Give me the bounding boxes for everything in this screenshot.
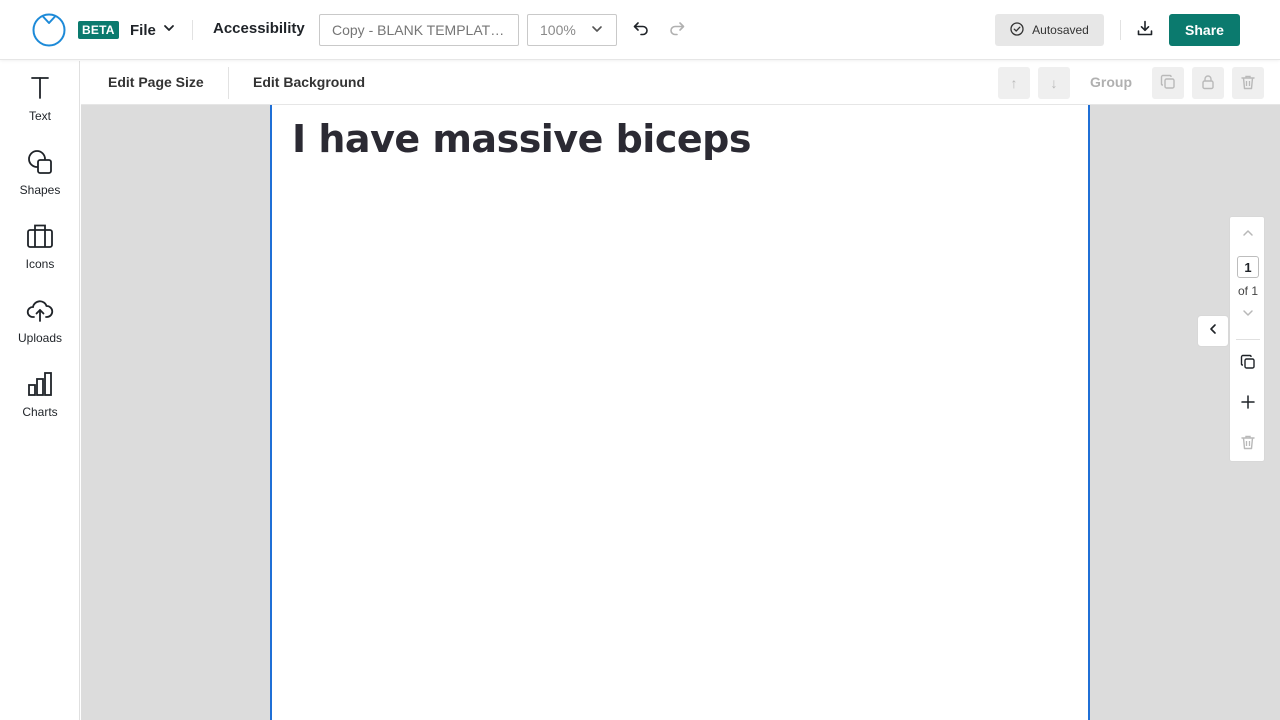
divider: [228, 67, 229, 99]
check-circle-icon: [1010, 21, 1024, 39]
previous-page-button[interactable]: [1239, 226, 1257, 244]
text-icon: [26, 74, 54, 105]
beta-badge: BETA: [78, 21, 119, 39]
sidebar-item-uploads[interactable]: Uploads: [0, 292, 80, 345]
autosaved-label: Autosaved: [1032, 23, 1089, 37]
file-menu-label: File: [130, 21, 156, 39]
move-backward-button[interactable]: ↓: [1038, 67, 1070, 99]
move-forward-button[interactable]: ↑: [998, 67, 1030, 99]
page-heading-text[interactable]: I have massive biceps: [292, 117, 751, 161]
plus-icon: [1240, 394, 1256, 415]
chevron-down-icon: [1241, 306, 1255, 325]
current-page-number[interactable]: 1: [1237, 256, 1259, 278]
sidebar-item-text[interactable]: Text: [0, 70, 80, 123]
chevron-down-icon: [162, 21, 176, 39]
sidebar-item-shapes[interactable]: Shapes: [0, 144, 80, 197]
edit-background-button[interactable]: Edit Background: [253, 74, 365, 90]
chart-icon: [26, 370, 54, 401]
redo-button[interactable]: [663, 16, 691, 44]
accessibility-button[interactable]: Accessibility: [213, 20, 305, 37]
page-total-label: of 1: [1237, 284, 1258, 298]
sidebar-item-label: Icons: [25, 257, 55, 271]
chevron-left-icon: [1206, 322, 1220, 341]
download-button[interactable]: [1131, 16, 1159, 44]
trash-icon: [1240, 74, 1256, 93]
divider: [192, 20, 193, 40]
upload-icon: [26, 296, 54, 327]
page-navigator: 1 of 1: [1229, 216, 1265, 462]
sidebar-item-label: Charts: [22, 405, 58, 419]
chevron-down-icon: [590, 22, 604, 39]
duplicate-page-button[interactable]: [1238, 354, 1258, 374]
sidebar-item-charts[interactable]: Charts: [0, 366, 80, 419]
zoom-value: 100%: [540, 22, 576, 38]
sidebar-item-label: Shapes: [19, 183, 61, 197]
share-button[interactable]: Share: [1169, 14, 1240, 46]
copy-icon: [1160, 74, 1176, 93]
undo-button[interactable]: [627, 16, 655, 44]
design-page[interactable]: I have massive biceps: [270, 105, 1090, 720]
edit-page-size-button[interactable]: Edit Page Size: [108, 74, 204, 90]
zoom-select[interactable]: 100%: [527, 14, 617, 46]
top-bar: BETA File Accessibility 100% Autosaved: [0, 0, 1280, 60]
chevron-up-icon: [1241, 226, 1255, 245]
autosaved-status: Autosaved: [995, 14, 1104, 46]
sidebar-item-label: Uploads: [17, 331, 63, 345]
group-button[interactable]: Group: [1090, 74, 1132, 90]
add-page-button[interactable]: [1238, 394, 1258, 414]
copy-icon: [1240, 354, 1256, 375]
shapes-icon: [26, 148, 54, 179]
sidebar-item-icons[interactable]: Icons: [0, 218, 80, 271]
divider: [1236, 339, 1260, 340]
redo-icon: [668, 19, 686, 42]
download-icon: [1136, 19, 1154, 42]
delete-page-button[interactable]: [1238, 434, 1258, 454]
sidebar-item-label: Text: [28, 109, 51, 123]
next-page-button[interactable]: [1239, 306, 1257, 324]
trash-icon: [1240, 434, 1256, 455]
file-menu-button[interactable]: File: [130, 18, 176, 42]
delete-element-button[interactable]: [1232, 67, 1264, 99]
icons-icon: [26, 222, 54, 253]
lock-icon: [1200, 74, 1216, 93]
lock-element-button[interactable]: [1192, 67, 1224, 99]
collapse-page-panel-button[interactable]: [1197, 315, 1229, 347]
document-name-input[interactable]: [319, 14, 519, 46]
divider: [1120, 20, 1121, 40]
duplicate-element-button[interactable]: [1152, 67, 1184, 99]
page-toolbar: Edit Page Size Edit Background ↑ ↓ Group: [81, 61, 1280, 105]
canvas-area[interactable]: I have massive biceps: [81, 105, 1280, 720]
app-logo-icon[interactable]: [32, 13, 66, 47]
undo-icon: [632, 19, 650, 42]
left-sidebar: Text Shapes Icons Uploads Charts: [0, 61, 80, 720]
